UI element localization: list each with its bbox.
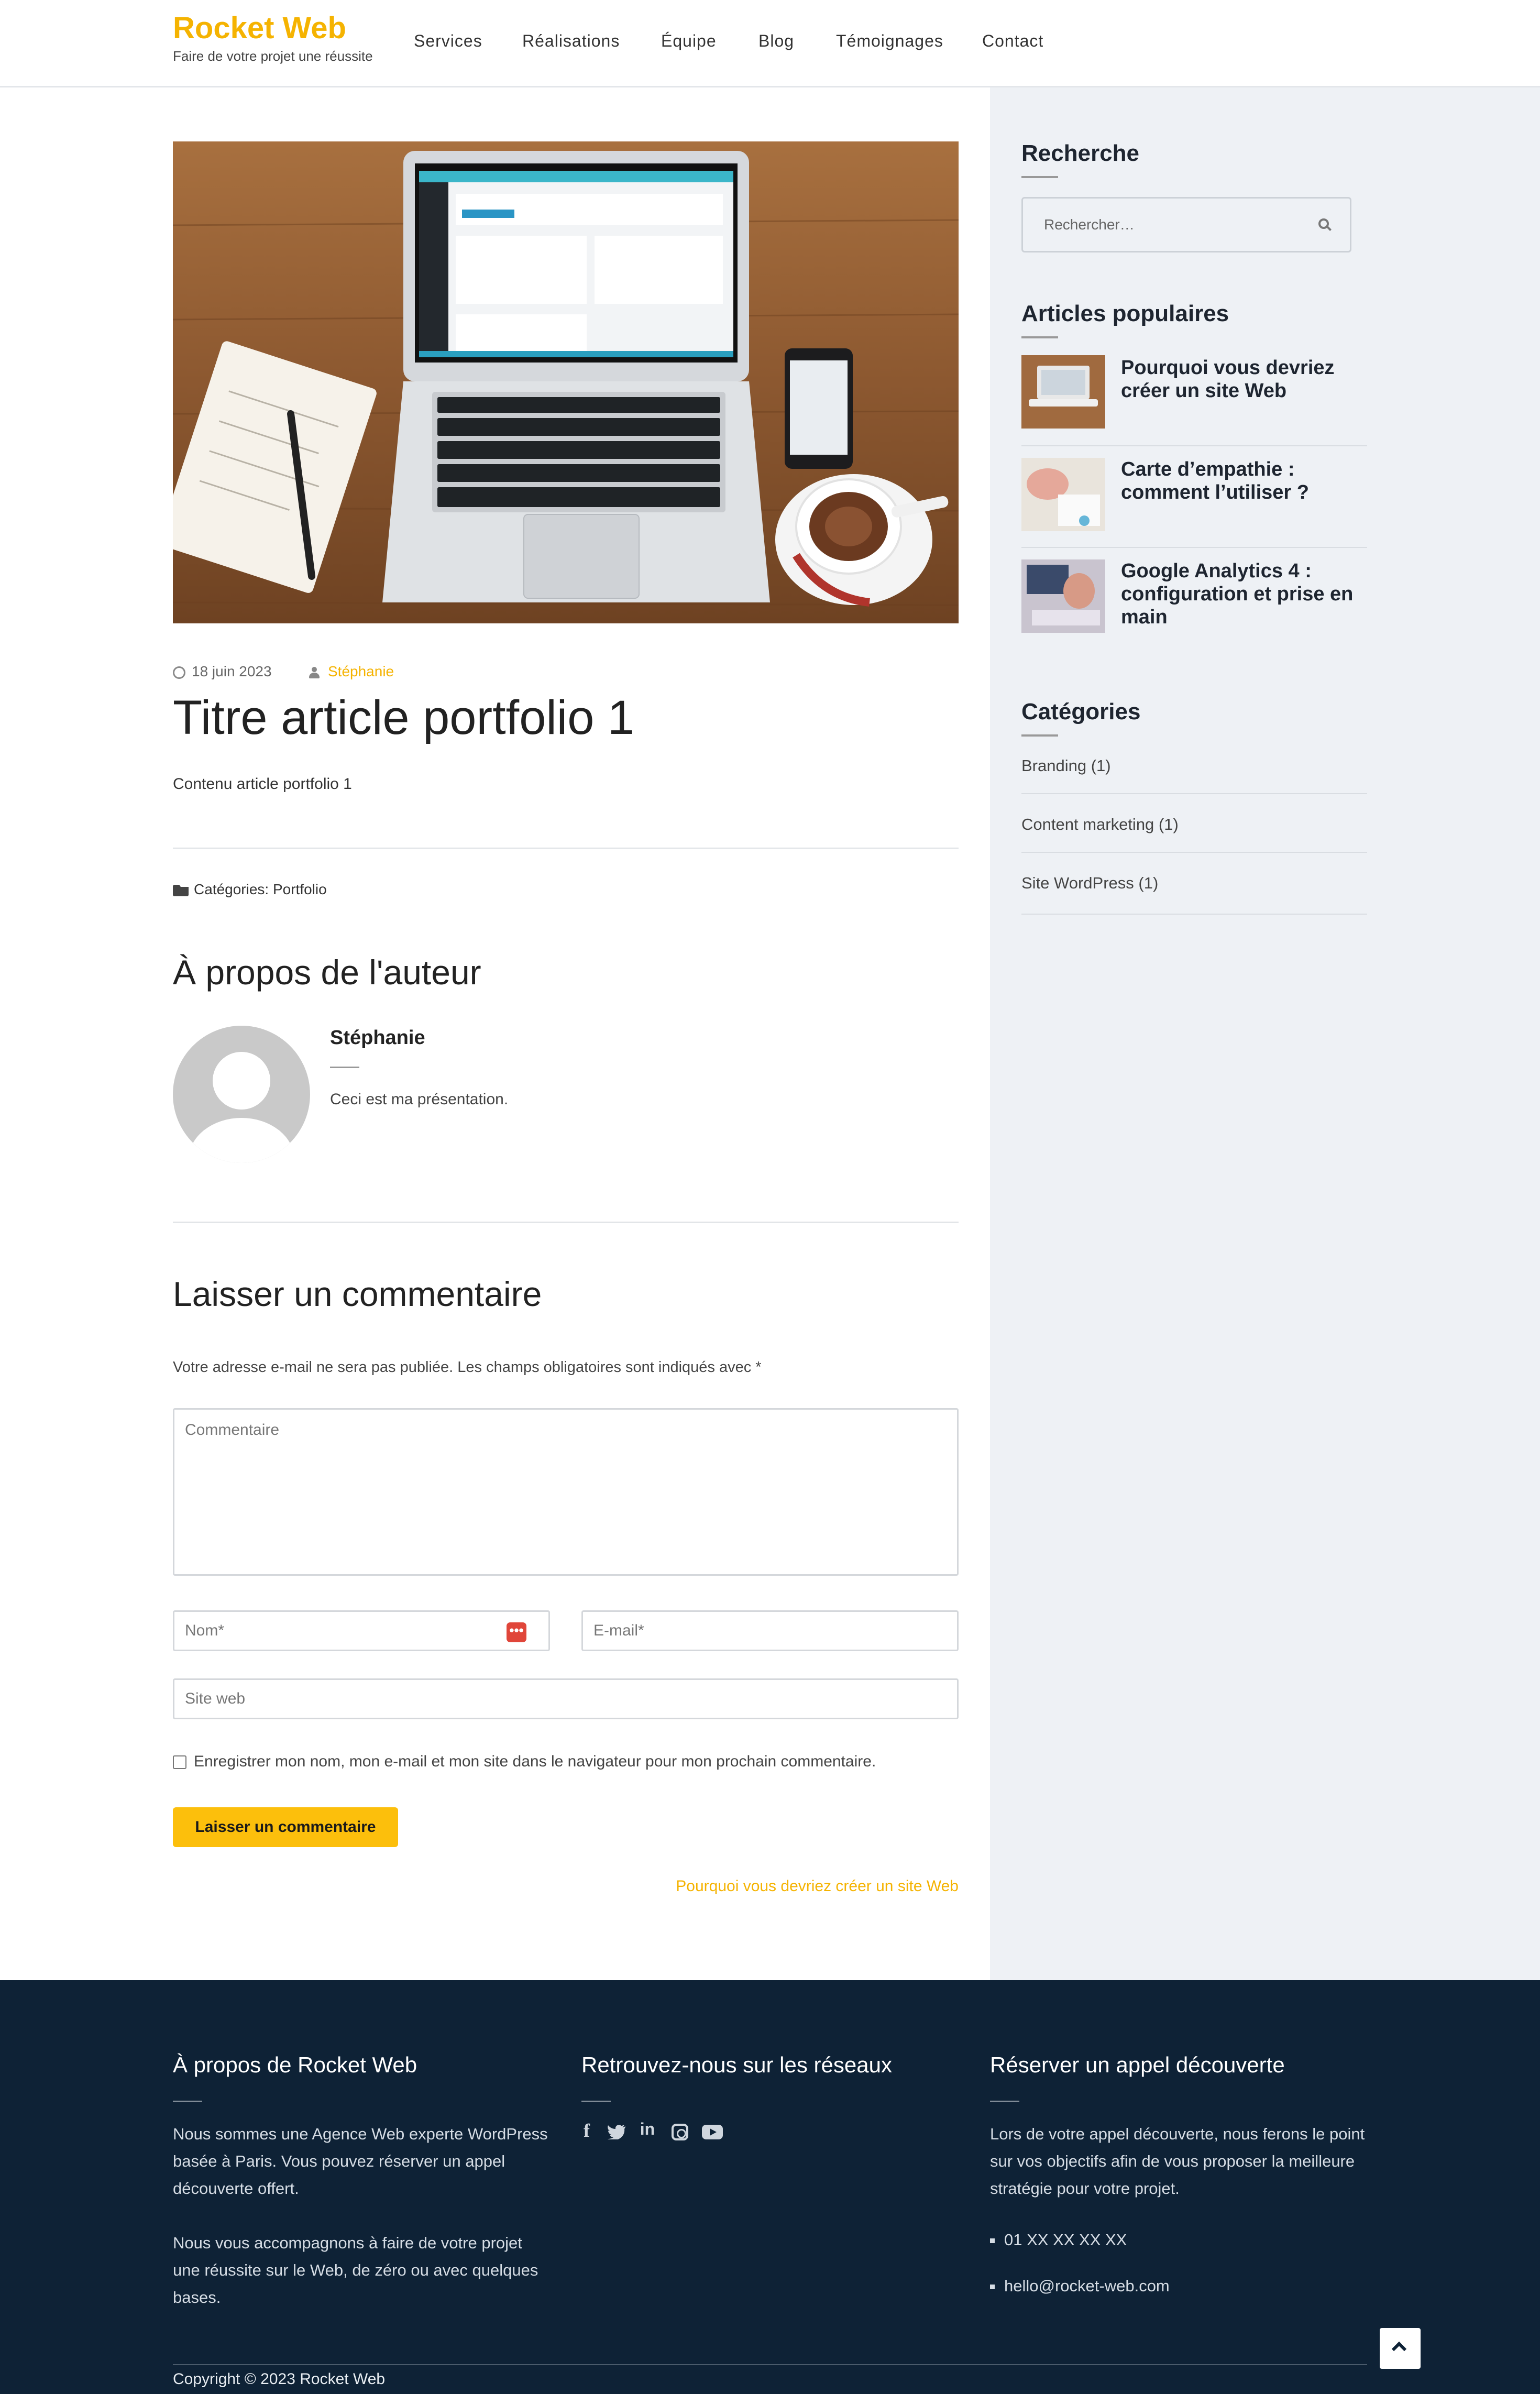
divider [1021,793,1367,794]
popular-post-thumbnail[interactable] [1021,559,1105,633]
search-widget-title: Recherche [1021,140,1140,166]
popular-post-title[interactable]: Google Analytics 4 : configuration et pr… [1121,559,1367,629]
youtube-icon[interactable] [702,2125,723,2139]
divider [1021,914,1367,915]
website-input[interactable]: Site web [173,1678,959,1719]
divider [1021,852,1367,853]
footer-about-text: Nous sommes une Agence Web experte WordP… [173,2125,548,2198]
categories-widget-title: Catégories [1021,699,1141,724]
facebook-icon[interactable]: f [575,2120,598,2142]
search-placeholder: Rechercher… [1044,216,1135,233]
password-manager-icon[interactable]: ••• [507,1622,526,1642]
post-date-text: 18 juin 2023 [192,663,272,679]
footer-social-title: Retrouvez-nous sur les réseaux [581,2052,892,2077]
popular-post-title[interactable]: Pourquoi vous devriez créer un site Web [1121,356,1367,402]
consent-checkbox[interactable] [173,1755,186,1770]
divider [1021,445,1367,446]
popular-post-thumbnail[interactable] [1021,355,1105,429]
comment-form-title: Laisser un commentaire [173,1275,542,1313]
nav-realisations[interactable]: Réalisations [522,31,620,51]
clock-icon [173,666,185,679]
post-categories: Catégories: Portfolio [173,881,327,898]
twitter-icon[interactable] [608,2125,626,2140]
name-input[interactable]: Nom* ••• [173,1610,550,1651]
post-featured-image [173,141,959,623]
submit-comment-button[interactable]: Laisser un commentaire [173,1807,398,1847]
popular-post-title[interactable]: Carte d’empathie : comment l’utiliser ? [1121,458,1367,504]
popular-post-thumbnail[interactable] [1021,458,1105,531]
footer-divider [581,2101,611,2102]
next-post-link[interactable]: Pourquoi vous devriez créer un site Web [676,1877,959,1895]
search-input[interactable]: Rechercher… [1021,197,1351,252]
back-to-top-button[interactable] [1380,2328,1421,2369]
site-tagline: Faire de votre projet une réussite [173,48,373,64]
footer-phone[interactable]: 01 XX XX XX XX [990,2231,1127,2249]
folder-open-icon [173,884,189,896]
site-logo[interactable]: Rocket Web [173,10,346,46]
category-item[interactable]: Site WordPress (1) [1021,874,1158,893]
divider [173,1222,959,1223]
post-author-link[interactable]: Stéphanie [328,663,394,679]
comment-notice: Votre adresse e-mail ne sera pas publiée… [173,1359,762,1376]
widget-divider [1021,176,1058,178]
consent-row: Enregistrer mon nom, mon e-mail et mon s… [173,1753,876,1771]
nav-equipe[interactable]: Équipe [661,31,717,51]
footer-divider [173,2101,202,2102]
post-author: Stéphanie [309,663,394,680]
divider [1021,547,1367,548]
linkedin-icon[interactable]: in [636,2120,659,2139]
comment-textarea[interactable]: Commentaire [173,1408,959,1576]
category-item[interactable]: Branding (1) [1021,756,1111,775]
categories-label: Catégories: [194,881,269,897]
footer-divider-line [173,2364,1367,2365]
post-date: 18 juin 2023 [173,663,272,680]
footer-call-title: Réserver un appel découverte [990,2052,1285,2077]
instagram-icon[interactable] [672,2124,688,2140]
widget-divider [1021,336,1058,338]
nav-temoignages[interactable]: Témoignages [836,31,943,51]
divider [173,848,959,849]
author-divider [330,1067,359,1068]
site-header: Rocket Web Faire de votre projet une réu… [0,0,1540,87]
footer-divider [990,2101,1019,2102]
category-item[interactable]: Content marketing (1) [1021,815,1179,834]
footer-email[interactable]: hello@rocket-web.com [990,2277,1170,2296]
footer-about-text-2: Nous vous accompagnons à faire de votre … [173,2234,538,2307]
search-icon[interactable] [1318,218,1332,231]
consent-label: Enregistrer mon nom, mon e-mail et mon s… [194,1753,876,1770]
nav-contact[interactable]: Contact [982,31,1043,51]
author-avatar [173,1026,310,1163]
user-icon [309,666,320,678]
author-bio: Ceci est ma présentation. [330,1091,509,1108]
chevron-up-icon [1391,2341,1407,2357]
post-title: Titre article portfolio 1 [173,691,635,744]
footer-about-title: À propos de Rocket Web [173,2052,417,2077]
nav-blog[interactable]: Blog [758,31,794,51]
widget-divider [1021,734,1058,737]
email-input[interactable]: E-mail* [581,1610,959,1651]
category-link[interactable]: Portfolio [273,881,327,897]
nav-services[interactable]: Services [414,31,482,51]
name-placeholder: Nom* [185,1622,225,1639]
footer-call-text: Lors de votre appel découverte, nous fer… [990,2125,1365,2198]
author-box-title: À propos de l'auteur [173,953,481,992]
copyright: Copyright © 2023 Rocket Web [173,2370,386,2388]
post-content: Contenu article portfolio 1 [173,775,352,793]
author-name: Stéphanie [330,1027,425,1049]
popular-widget-title: Articles populaires [1021,301,1229,326]
